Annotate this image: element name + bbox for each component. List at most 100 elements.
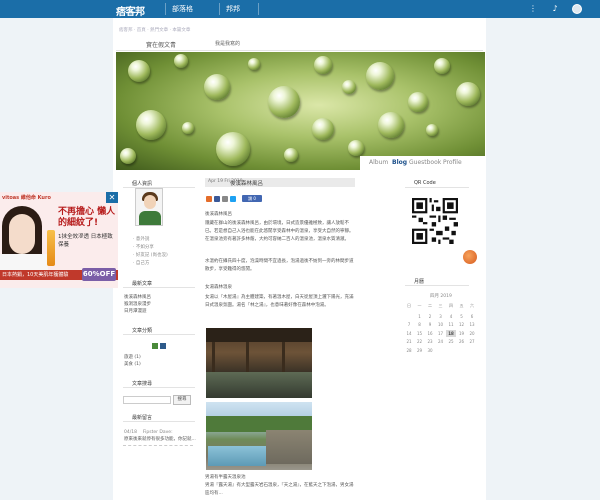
profile-avatar[interactable]: [135, 188, 163, 226]
divider: [123, 421, 195, 422]
search-heading: 文章搜尋: [132, 381, 153, 387]
calendar-day[interactable]: 20: [467, 330, 477, 337]
ad-discount-badge: 60%OFF: [82, 268, 116, 281]
share-icon[interactable]: [206, 196, 212, 202]
calendar-day[interactable]: 9: [425, 321, 435, 328]
calendar-day[interactable]: 10: [436, 321, 446, 328]
ad-brand: vitoas 維他命 Kuro: [2, 195, 51, 201]
calendar-day[interactable]: 5: [457, 313, 467, 320]
close-icon[interactable]: ✕: [106, 192, 118, 203]
calendar-weekday: 二: [428, 303, 432, 308]
calendar-day[interactable]: 30: [425, 347, 435, 354]
calendar-month-title: 四月 2019: [430, 294, 452, 299]
calendar-day[interactable]: 22: [415, 338, 425, 345]
twitter-icon[interactable]: [230, 196, 236, 202]
post-paragraph: 女湯以『木屋湯』為主體建築，有著溫木屋，白天從屋頂上灑下陽光，充滿日式溫泉氛圍。…: [205, 295, 354, 308]
calendar-day[interactable]: 23: [425, 338, 435, 345]
post-photo-outdoor-pool[interactable]: [206, 402, 312, 470]
calendar-day[interactable]: 24: [436, 338, 446, 345]
notification-bell-icon[interactable]: ♪: [550, 4, 560, 14]
category-item[interactable]: 旅遊 (1): [124, 354, 141, 360]
tab-profile[interactable]: Profile: [443, 159, 462, 166]
calendar-day[interactable]: 14: [404, 330, 414, 337]
search-input[interactable]: [123, 396, 171, 404]
calendar-day[interactable]: 19: [457, 330, 467, 337]
menu-icon[interactable]: ⋮: [528, 4, 538, 14]
blog-subtitle: 我是我寫的: [215, 41, 241, 47]
breadcrumb[interactable]: 痞客邦 ‧ 首頁 ‧ 熱門文章 ‧ 本篇文章: [119, 27, 190, 33]
category-item[interactable]: 美食 (1): [124, 361, 141, 367]
profile-link[interactable]: ‧ 好友記 (尚也沒): [133, 252, 168, 258]
comment-text[interactable]: 原來後來就停有很多功能，你記就...: [124, 436, 196, 442]
divider: [405, 285, 469, 286]
calendar-day[interactable]: 3: [436, 313, 446, 320]
calendar-day[interactable]: 1: [415, 313, 425, 320]
calendar-day[interactable]: 6: [467, 313, 477, 320]
calendar-day[interactable]: 29: [415, 347, 425, 354]
nav-blog-link[interactable]: 部落格: [172, 4, 193, 14]
calendar-day[interactable]: 8: [415, 321, 425, 328]
post-paragraph: 男湯『露天湯』有大型露天岩石溫泉，『天之湯』，在藍天之下泡湯，男女湯區均有...: [205, 483, 354, 496]
nav-divider: [258, 3, 259, 15]
calendar-day[interactable]: 16: [425, 330, 435, 337]
category-heading: 文章分類: [132, 328, 153, 334]
recent-post-link[interactable]: 日月潭漫遊: [124, 308, 147, 314]
nav-bangbang-link[interactable]: 邦邦: [226, 4, 240, 14]
like-button[interactable]: 讚 0: [242, 195, 262, 202]
ad-product-bottle: [47, 230, 55, 266]
recent-post-link[interactable]: 後溪森林風呂: [124, 294, 151, 300]
calendar-day[interactable]: 17: [436, 330, 446, 337]
tab-album[interactable]: Album: [369, 159, 388, 166]
calendar-heading: 月曆: [414, 279, 425, 285]
user-avatar[interactable]: [572, 4, 582, 14]
profile-link[interactable]: ‧ 意外說: [133, 236, 149, 242]
nav-divider: [165, 3, 166, 15]
calendar-weekday: 三: [438, 303, 443, 308]
calendar-day[interactable]: 2: [425, 313, 435, 320]
calendar-weekday: 日: [407, 303, 411, 308]
post-photo-hotspring-pavilion[interactable]: [206, 328, 312, 398]
divider: [123, 445, 193, 446]
category-icon[interactable]: [152, 343, 158, 349]
calendar-day[interactable]: 11: [446, 321, 456, 328]
calendar-day[interactable]: 4: [446, 313, 456, 320]
calendar-day[interactable]: 7: [404, 321, 414, 328]
divider: [405, 187, 469, 188]
divider: [123, 334, 195, 335]
calendar-weekday: 六: [470, 303, 474, 308]
post-paragraph: 男湯有半露天溫泉池: [205, 475, 246, 480]
calendar-day[interactable]: 25: [446, 338, 456, 345]
profile-link[interactable]: ‧ 不如分享: [133, 244, 154, 250]
calendar-day[interactable]: 27: [467, 338, 477, 345]
advertisement-banner[interactable]: vitoas 維他命 Kuro ✕ 不再擔心 懶人的細紋了! 1抹全效滲透 日本…: [0, 192, 118, 288]
divider: [123, 387, 195, 388]
plurk-icon[interactable]: [222, 196, 228, 202]
facebook-icon[interactable]: [214, 196, 220, 202]
calendar-day[interactable]: 28: [404, 347, 414, 354]
calendar-day[interactable]: 12: [457, 321, 467, 328]
calendar-day[interactable]: 21: [404, 338, 414, 345]
divider: [123, 287, 195, 288]
comment-meta: 04/18 Fipster Dave:: [124, 430, 173, 435]
calendar-day[interactable]: 13: [467, 321, 477, 328]
search-button[interactable]: 搜尋: [173, 395, 191, 405]
profile-link[interactable]: ‧ 自己方: [133, 260, 149, 266]
post-paragraph: 後溪森林風呂: [205, 212, 232, 217]
category-icon[interactable]: [160, 343, 166, 349]
mascot-icon[interactable]: [463, 250, 477, 264]
profile-heading: 個人資訊: [132, 181, 153, 187]
tab-blog[interactable]: Blog: [392, 159, 407, 166]
qr-heading: QR Code: [414, 180, 436, 186]
calendar-weekday: 四: [449, 303, 453, 308]
comments-heading: 最新留言: [132, 415, 153, 421]
calendar-weekday: 五: [459, 303, 464, 308]
blog-title[interactable]: 實在假文青: [146, 40, 176, 49]
site-logo[interactable]: 痞客邦: [116, 3, 145, 18]
calendar-day[interactable]: 26: [457, 338, 467, 345]
calendar-day[interactable]: 15: [415, 330, 425, 337]
qr-code-image: [412, 198, 458, 244]
post-title[interactable]: 後溪森林風呂: [230, 179, 263, 187]
tab-guestbook[interactable]: Guestbook: [409, 159, 441, 166]
recent-post-link[interactable]: 猴洞溫泉漫步: [124, 301, 151, 307]
calendar-day[interactable]: 18: [446, 329, 456, 337]
